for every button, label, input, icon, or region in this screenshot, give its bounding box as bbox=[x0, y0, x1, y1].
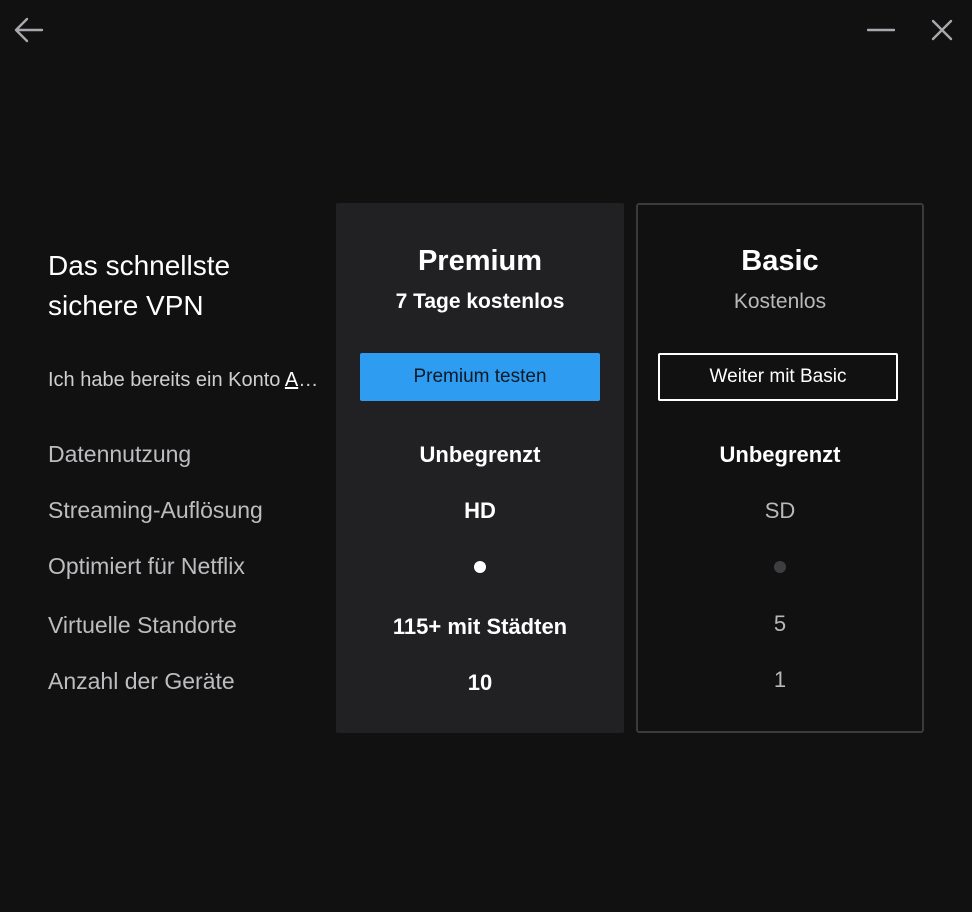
basic-netflix-dot-icon bbox=[774, 561, 786, 573]
have-account-line: Ich habe bereits ein Konto Anmelden bbox=[48, 367, 328, 393]
basic-plan-name: Basic bbox=[741, 245, 819, 277]
sign-in-link[interactable]: Anmelden bbox=[285, 369, 328, 391]
premium-locations: 115+ mit Städten bbox=[392, 614, 568, 639]
feature-label-streaming: Streaming-Auflösung bbox=[48, 497, 263, 523]
arrow-left-icon bbox=[14, 17, 44, 43]
close-icon bbox=[931, 19, 953, 41]
premium-streaming: HD bbox=[464, 498, 496, 523]
premium-devices: 10 bbox=[467, 670, 493, 695]
page-title: Das schnellste sichere VPN bbox=[48, 250, 231, 321]
premium-plan-name: Premium bbox=[417, 245, 543, 277]
feature-label-locations: Virtuelle Standorte bbox=[48, 612, 237, 638]
premium-data-usage: Unbegrenzt bbox=[419, 442, 541, 467]
continue-basic-button[interactable]: Weiter mit Basic bbox=[658, 353, 898, 401]
premium-netflix-dot-icon bbox=[474, 561, 486, 573]
basic-data-usage: Unbegrenzt bbox=[719, 442, 841, 467]
back-button[interactable] bbox=[11, 12, 47, 48]
try-premium-button[interactable]: Premium testen bbox=[360, 353, 600, 401]
premium-plan-subtitle: 7 Tage kostenlos bbox=[395, 290, 565, 313]
feature-label-devices: Anzahl der Geräte bbox=[48, 668, 235, 694]
basic-plan-subtitle: Kostenlos bbox=[733, 290, 827, 313]
basic-devices: 1 bbox=[773, 667, 787, 692]
feature-label-data-usage: Datennutzung bbox=[48, 441, 192, 467]
basic-streaming: SD bbox=[764, 498, 796, 523]
minimize-button[interactable] bbox=[863, 12, 899, 48]
minimize-icon bbox=[867, 28, 895, 32]
basic-locations: 5 bbox=[773, 611, 787, 636]
feature-label-netflix: Optimiert für Netflix bbox=[48, 553, 245, 579]
have-account-text: Ich habe bereits ein Konto bbox=[48, 369, 285, 391]
app-window: Das schnellste sichere VPN Ich habe bere… bbox=[0, 0, 972, 912]
premium-plan-card: Premium 7 Tage kostenlos Premium testen … bbox=[336, 203, 624, 733]
close-button[interactable] bbox=[924, 12, 960, 48]
basic-plan-card: Basic Kostenlos Weiter mit Basic Unbegre… bbox=[636, 203, 924, 733]
